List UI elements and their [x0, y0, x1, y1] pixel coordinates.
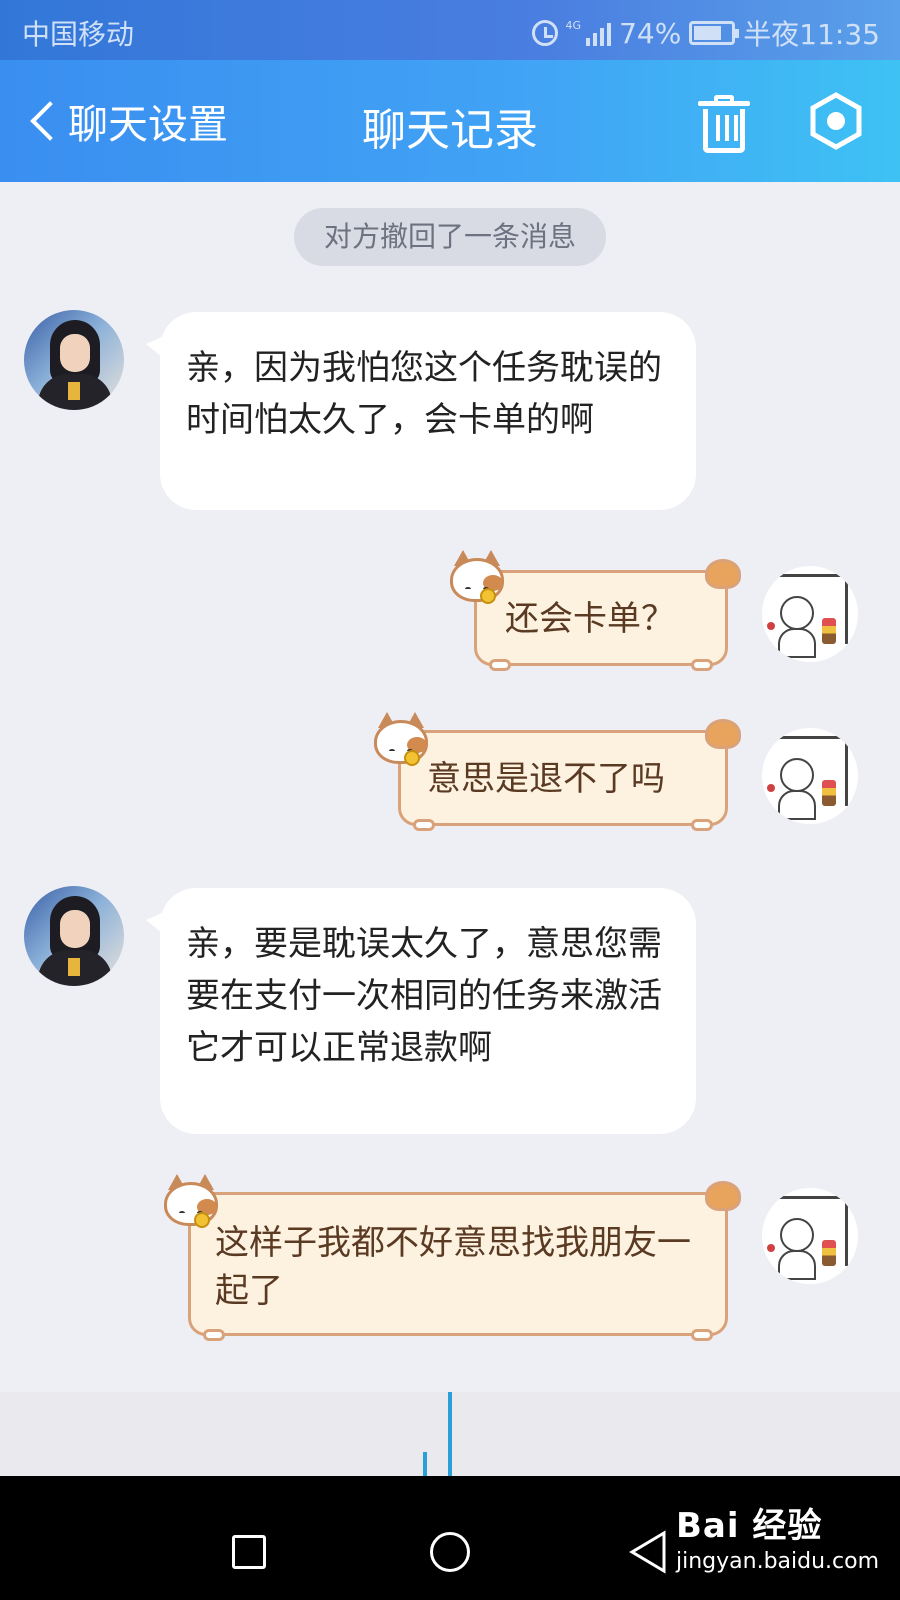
settings-hexagon-icon[interactable] — [810, 92, 862, 150]
watermark-brand: Bai 经验 — [676, 1506, 823, 1546]
message-bubble-outgoing[interactable]: 意思是退不了吗 — [398, 719, 741, 831]
message-bubble-outgoing[interactable]: 还会卡单？ — [474, 559, 741, 671]
message-text: 还会卡单？ — [505, 599, 675, 639]
avatar-self[interactable] — [762, 728, 858, 824]
message-text: 亲，因为我怕您这个任务耽误的时间怕太久了，会卡单的啊 — [186, 348, 662, 440]
avatar-self[interactable] — [762, 566, 858, 662]
avatar-contact[interactable] — [24, 310, 124, 410]
carrier-name: 中国移动 — [22, 18, 135, 51]
clock: 半夜11:35 — [743, 18, 880, 51]
message-text: 亲，要是耽误太久了，意思您需要在支付一次相同的任务来激活它才可以正常退款啊 — [186, 924, 662, 1068]
page-title: 聊天记录 — [362, 105, 538, 156]
message-bubble-incoming[interactable]: 亲，要是耽误太久了，意思您需要在支付一次相同的任务来激活它才可以正常退款啊 — [146, 888, 696, 1134]
signal-icon: 4G — [566, 20, 612, 46]
message-text: 意思是退不了吗 — [427, 759, 665, 799]
status-bar: 中国移动 4G 74% 半夜11:35 — [0, 0, 900, 60]
nav-bar: 聊天设置 聊天记录 — [0, 60, 900, 182]
watermark-url: jingyan.baidu.com — [676, 1549, 880, 1574]
cat-sticker-icon — [370, 710, 432, 772]
watermark: Bai 经验 jingyan.baidu.com — [676, 1498, 879, 1574]
message-bubble-incoming[interactable]: 亲，因为我怕您这个任务耽误的时间怕太久了，会卡单的啊 — [146, 312, 696, 510]
cat-sticker-icon — [446, 548, 508, 610]
message-text: 这样子我都不好意思找我朋友一起了 — [215, 1223, 691, 1311]
voice-wave-bar — [448, 1392, 452, 1476]
back-triangle-icon[interactable] — [628, 1530, 668, 1578]
cat-sticker-icon — [160, 1172, 222, 1234]
recent-apps-icon[interactable] — [232, 1535, 266, 1569]
message-bubble-outgoing[interactable]: 这样子我都不好意思找我朋友一起了 — [188, 1181, 741, 1341]
battery-percent: 74% — [619, 16, 682, 50]
trash-icon[interactable] — [698, 95, 750, 153]
avatar-contact[interactable] — [24, 886, 124, 986]
recall-notice: 对方撤回了一条消息 — [294, 208, 606, 266]
avatar-self[interactable] — [762, 1188, 858, 1284]
home-icon[interactable] — [430, 1532, 470, 1572]
alarm-icon — [531, 20, 558, 46]
network-type: 4G — [565, 19, 582, 32]
voice-wave-bar — [423, 1452, 427, 1476]
battery-icon — [689, 21, 740, 45]
